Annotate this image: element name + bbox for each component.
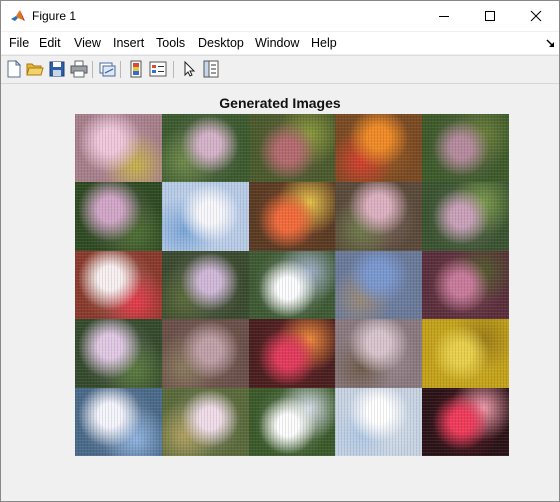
generated-image-tile <box>75 319 162 388</box>
edit-plot-button[interactable] <box>180 60 198 78</box>
matlab-logo-icon <box>10 8 26 24</box>
toolbar-separator <box>120 61 121 78</box>
colorbar-icon <box>130 60 142 78</box>
open-file-button[interactable] <box>26 60 44 78</box>
menu-file[interactable]: File <box>9 36 29 50</box>
close-icon <box>530 10 542 22</box>
menu-edit[interactable]: Edit <box>39 36 61 50</box>
open-file-icon <box>26 63 44 76</box>
title-bar[interactable]: Figure 1 <box>1 1 559 31</box>
menu-desktop[interactable]: Desktop <box>198 36 244 50</box>
generated-image-tile <box>75 250 162 320</box>
generated-image-tile <box>335 319 423 388</box>
generated-image-tile <box>75 387 162 456</box>
property-inspector-icon <box>203 60 219 78</box>
generated-image-tile <box>75 182 162 251</box>
generated-image-tile <box>161 319 249 388</box>
new-figure-button[interactable] <box>5 59 23 78</box>
figure-window: Figure 1 File Edit View Insert Tools Des… <box>0 0 560 502</box>
menu-insert[interactable]: Insert <box>113 36 144 50</box>
print-icon <box>70 60 88 78</box>
generated-image-tile <box>422 250 509 320</box>
generated-image-tile <box>422 182 509 251</box>
figure-toolbar <box>1 55 559 84</box>
link-plot-button[interactable] <box>98 60 116 78</box>
generated-image-tile <box>248 250 336 320</box>
legend-icon <box>149 61 167 77</box>
menu-tools[interactable]: Tools <box>156 36 185 50</box>
save-button[interactable] <box>48 60 66 78</box>
generated-image-tile <box>422 114 509 183</box>
minimize-icon <box>439 16 449 17</box>
window-title: Figure 1 <box>32 9 77 23</box>
axes-title: Generated Images <box>219 95 341 111</box>
minimize-button[interactable] <box>421 1 467 31</box>
menu-help[interactable]: Help <box>311 36 337 50</box>
generated-image-tile <box>161 250 249 320</box>
generated-image-tile <box>248 319 336 388</box>
generated-image-tile <box>161 114 249 183</box>
insert-colorbar-button[interactable] <box>127 60 145 78</box>
toolbar-separator <box>92 61 93 78</box>
dock-figure-icon[interactable] <box>546 39 556 49</box>
generated-image-tile <box>75 114 162 183</box>
insert-legend-button[interactable] <box>149 60 167 78</box>
print-button[interactable] <box>70 60 88 78</box>
generated-image-tile <box>248 387 336 456</box>
save-icon <box>49 61 65 77</box>
edit-plot-arrow-icon <box>184 60 196 77</box>
generated-image-tile <box>161 387 249 456</box>
menu-bar: File Edit View Insert Tools Desktop Wind… <box>1 32 559 54</box>
new-figure-icon <box>7 59 22 78</box>
generated-image-tile <box>422 387 509 456</box>
link-plot-icon <box>99 62 116 77</box>
generated-image-tile <box>335 182 423 251</box>
close-button[interactable] <box>513 1 559 31</box>
maximize-icon <box>485 11 495 21</box>
generated-image-tile <box>248 182 336 251</box>
generated-image-tile <box>161 182 249 251</box>
generated-image-tile <box>248 114 336 183</box>
generated-image-tile <box>335 250 423 320</box>
generated-image-tile <box>335 114 423 183</box>
menu-window[interactable]: Window <box>255 36 299 50</box>
generated-image-tile <box>422 319 509 388</box>
generated-image-tile <box>335 387 423 456</box>
generated-images-montage <box>75 114 509 456</box>
toolbar-separator <box>173 61 174 78</box>
maximize-button[interactable] <box>467 1 513 31</box>
property-inspector-button[interactable] <box>202 60 220 78</box>
menu-view[interactable]: View <box>74 36 101 50</box>
